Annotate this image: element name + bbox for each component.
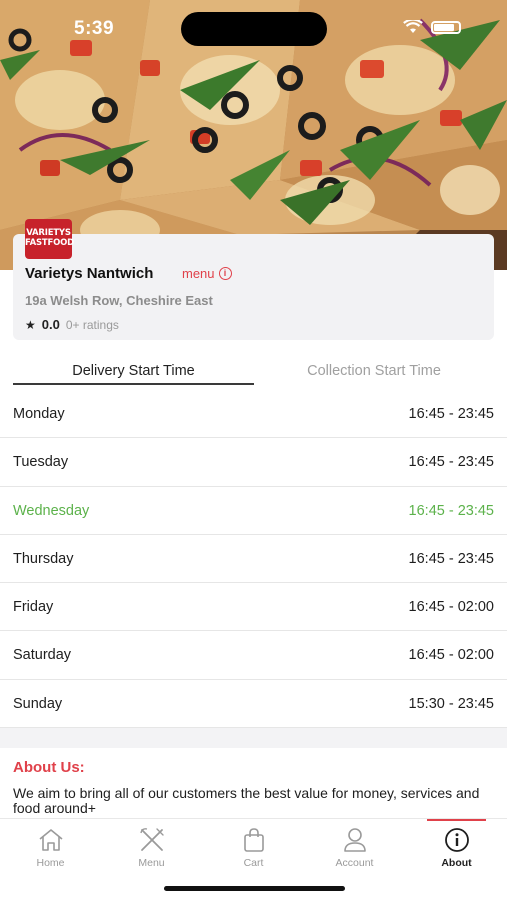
rating-row: ★ 0.0 0+ ratings: [25, 317, 119, 332]
hours-day: Tuesday: [13, 454, 69, 471]
hours-time: 16:45 - 02:00: [408, 647, 494, 664]
menu-link-label: menu: [182, 266, 215, 281]
nav-account[interactable]: Account: [304, 827, 405, 869]
status-time: 5:39: [74, 18, 115, 39]
section-divider: [0, 728, 507, 748]
rating-value: 0.0: [41, 317, 60, 332]
hours-day: Friday: [13, 599, 54, 616]
hours-day: Thursday: [13, 550, 74, 567]
about-text: We aim to bring all of our customers the…: [13, 785, 480, 816]
rating-count: 0+ ratings: [65, 318, 119, 332]
tab-active-indicator: [13, 383, 254, 385]
shopping-bag-icon: [243, 828, 264, 852]
home-icon: [38, 829, 63, 851]
home-indicator: [164, 886, 345, 891]
hours-day: Saturday: [13, 647, 72, 664]
opening-hours-list: Monday 16:45 - 23:45 Tuesday 16:45 - 23:…: [0, 390, 507, 729]
status-bar: 5:39: [0, 0, 507, 58]
hours-time: 16:45 - 23:45: [408, 502, 494, 519]
hours-time: 15:30 - 23:45: [408, 695, 494, 712]
hours-time: 16:45 - 23:45: [408, 454, 494, 471]
info-icon: [444, 828, 469, 852]
battery-icon: [431, 20, 461, 34]
restaurant-card: VARIETYS FASTFOOD Varietys Nantwich menu…: [13, 219, 494, 340]
time-tabs: Delivery Start Time Collection Start Tim…: [0, 355, 507, 391]
about-title: About Us:: [13, 759, 85, 776]
tab-collection[interactable]: Collection Start Time: [254, 363, 494, 379]
dynamic-island: [181, 12, 327, 46]
hours-day: Wednesday: [13, 502, 90, 519]
fork-knife-icon: [139, 828, 164, 851]
wifi-icon: [403, 20, 423, 33]
nav-about[interactable]: About: [406, 827, 507, 869]
hours-row-friday: Friday 16:45 - 02:00: [0, 583, 507, 632]
nav-cart-label: Cart: [243, 857, 264, 869]
menu-link[interactable]: menu i: [182, 266, 232, 281]
nav-home-label: Home: [36, 857, 65, 869]
restaurant-logo: VARIETYS FASTFOOD: [25, 219, 74, 259]
restaurant-address: 19a Welsh Row, Cheshire East: [25, 293, 213, 308]
info-icon: i: [218, 267, 232, 280]
hours-row-monday: Monday 16:45 - 23:45: [0, 390, 507, 439]
hours-row-thursday: Thursday 16:45 - 23:45: [0, 535, 507, 584]
nav-menu-label: Menu: [138, 857, 165, 869]
tab-delivery[interactable]: Delivery Start Time: [13, 363, 254, 379]
user-icon: [343, 828, 366, 852]
hours-row-wednesday: Wednesday 16:45 - 23:45: [0, 487, 507, 535]
nav-active-indicator: [427, 819, 486, 821]
nav-about-label: About: [441, 857, 472, 869]
nav-account-label: Account: [335, 857, 374, 869]
star-icon: ★: [25, 318, 36, 332]
hours-time: 16:45 - 23:45: [408, 550, 494, 567]
restaurant-name: Varietys Nantwich: [25, 265, 154, 282]
status-icons: [403, 20, 461, 34]
nav-cart[interactable]: Cart: [203, 827, 304, 869]
hours-row-sunday: Sunday 15:30 - 23:45: [0, 680, 507, 729]
hours-day: Sunday: [13, 695, 63, 712]
nav-home[interactable]: Home: [0, 827, 101, 869]
nav-menu[interactable]: Menu: [101, 827, 202, 869]
hours-time: 16:45 - 23:45: [408, 406, 494, 422]
hours-row-tuesday: Tuesday 16:45 - 23:45: [0, 438, 507, 487]
hours-time: 16:45 - 02:00: [408, 599, 494, 616]
hours-row-saturday: Saturday 16:45 - 02:00: [0, 631, 507, 680]
hours-day: Monday: [13, 406, 65, 422]
